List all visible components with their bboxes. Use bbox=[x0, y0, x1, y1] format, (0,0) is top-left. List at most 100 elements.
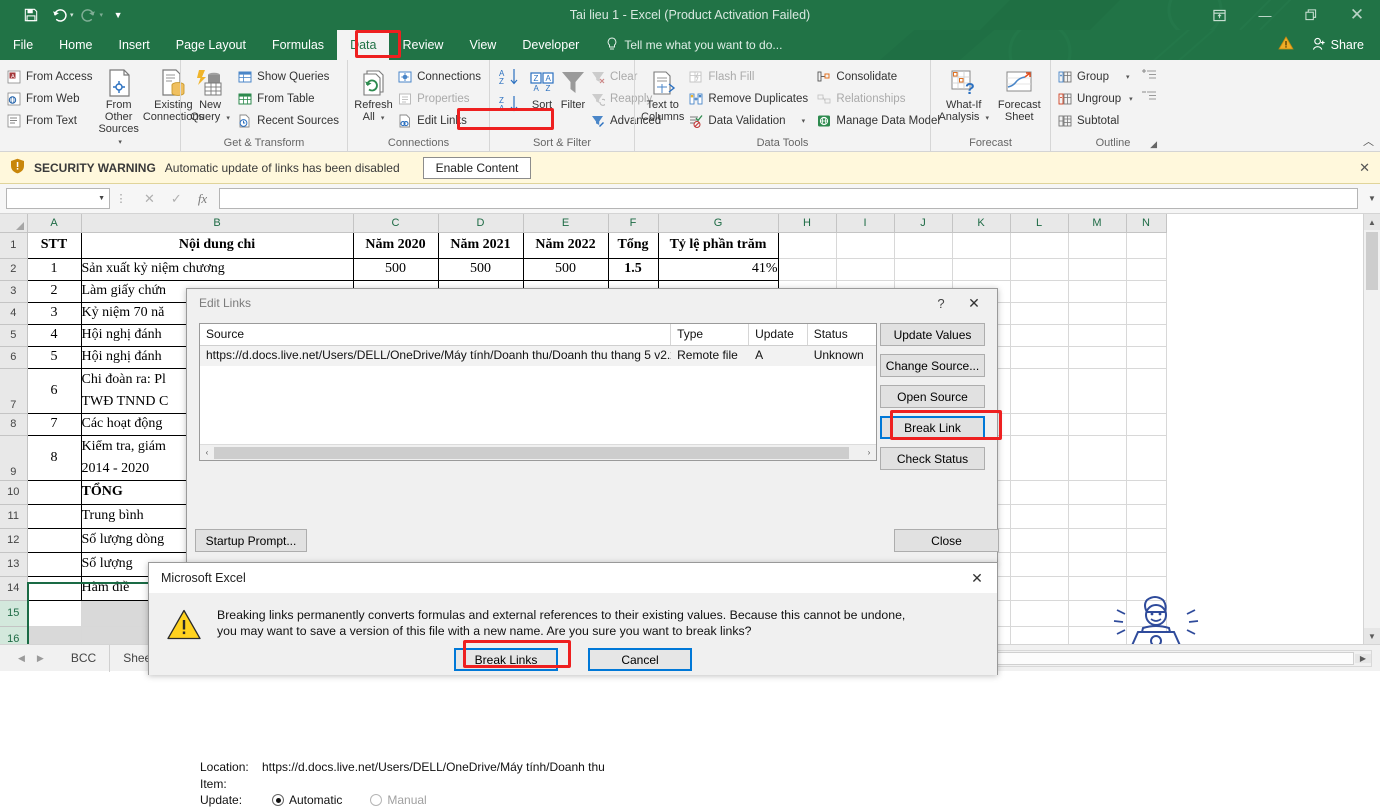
row-header-10[interactable]: 10 bbox=[0, 480, 28, 505]
cell-A14[interactable] bbox=[26, 575, 82, 601]
tell-me-search[interactable]: Tell me what you want to do... bbox=[592, 30, 782, 60]
vertical-scroll-thumb[interactable] bbox=[1366, 232, 1378, 290]
col-header-B[interactable]: B bbox=[81, 214, 354, 233]
col-header-L[interactable]: L bbox=[1010, 214, 1069, 233]
tab-formulas[interactable]: Formulas bbox=[259, 30, 337, 60]
cell-F1[interactable]: Tổng bbox=[607, 231, 659, 259]
row-header-6[interactable]: 6 bbox=[0, 346, 28, 369]
what-if-analysis-button[interactable]: ? What-If Analysis ▾ bbox=[935, 65, 992, 125]
cell-N10[interactable] bbox=[1125, 479, 1167, 505]
cell-A5[interactable]: 4 bbox=[26, 323, 82, 347]
confirm-entry-icon[interactable]: ✓ bbox=[171, 191, 182, 207]
cell-K2[interactable] bbox=[951, 257, 1011, 281]
cell-N7[interactable] bbox=[1125, 367, 1167, 414]
col-header-M[interactable]: M bbox=[1068, 214, 1127, 233]
cell-D2[interactable]: 500 bbox=[437, 257, 524, 281]
cell-A7[interactable]: 6 bbox=[26, 367, 82, 414]
break-links-confirm-button[interactable]: Break Links bbox=[454, 648, 558, 671]
row-header-12[interactable]: 12 bbox=[0, 528, 28, 553]
cell-D1[interactable]: Năm 2021 bbox=[437, 231, 524, 259]
row-header-13[interactable]: 13 bbox=[0, 552, 28, 577]
cell-N4[interactable] bbox=[1125, 301, 1167, 325]
connections-button[interactable]: Connections bbox=[395, 66, 485, 87]
tab-data[interactable]: Data bbox=[337, 30, 390, 60]
cell-N2[interactable] bbox=[1125, 257, 1167, 281]
new-query-button[interactable]: New Query ▾ bbox=[185, 65, 235, 125]
tab-view[interactable]: View bbox=[456, 30, 509, 60]
from-table-button[interactable]: From Table bbox=[235, 88, 343, 109]
links-col-status[interactable]: Status bbox=[808, 324, 876, 345]
cell-M6[interactable] bbox=[1067, 345, 1127, 369]
links-list-hscrollbar[interactable]: ‹ › bbox=[200, 444, 876, 460]
cell-A8[interactable]: 7 bbox=[26, 412, 82, 436]
cell-A1[interactable]: STT bbox=[26, 231, 82, 259]
cell-M8[interactable] bbox=[1067, 412, 1127, 436]
row-header-8[interactable]: 8 bbox=[0, 413, 28, 436]
from-web-button[interactable]: From Web bbox=[4, 88, 96, 109]
cell-N5[interactable] bbox=[1125, 323, 1167, 347]
chevron-down-icon[interactable]: ▾ bbox=[226, 115, 230, 122]
consolidate-button[interactable]: Consolidate bbox=[814, 66, 948, 87]
insert-function-icon[interactable]: fx bbox=[198, 191, 207, 207]
links-col-type[interactable]: Type bbox=[671, 324, 750, 345]
cell-M9[interactable] bbox=[1067, 434, 1127, 481]
tab-page-layout[interactable]: Page Layout bbox=[163, 30, 259, 60]
chevron-down-icon[interactable]: ▾ bbox=[1129, 95, 1133, 103]
cell-G2[interactable]: 41% bbox=[657, 257, 779, 281]
from-text-button[interactable]: From Text bbox=[4, 110, 96, 131]
cell-I2[interactable] bbox=[835, 257, 895, 281]
links-col-update[interactable]: Update bbox=[749, 324, 808, 345]
share-button[interactable]: Share bbox=[1304, 34, 1372, 57]
cell-A13[interactable] bbox=[26, 551, 82, 577]
cell-A10[interactable] bbox=[26, 479, 82, 505]
scroll-up-button[interactable]: ▲ bbox=[1364, 214, 1380, 230]
cell-M5[interactable] bbox=[1067, 323, 1127, 347]
cell-L11[interactable] bbox=[1009, 503, 1069, 529]
activation-warning-icon[interactable] bbox=[1277, 36, 1294, 54]
select-all-corner[interactable] bbox=[0, 214, 28, 233]
tab-home[interactable]: Home bbox=[46, 30, 105, 60]
cell-N13[interactable] bbox=[1125, 551, 1167, 577]
edit-links-dialog[interactable]: Edit Links ? ✕ Source Type Update Status… bbox=[186, 288, 999, 807]
open-source-button[interactable]: Open Source bbox=[880, 385, 985, 408]
radio-automatic-icon[interactable] bbox=[272, 794, 284, 807]
col-header-C[interactable]: C bbox=[353, 214, 439, 233]
cell-C2[interactable]: 500 bbox=[352, 257, 439, 281]
cell-B2[interactable]: Sản xuất kỷ niệm chương bbox=[80, 257, 354, 281]
chevron-down-icon[interactable]: ▾ bbox=[1126, 73, 1130, 81]
col-header-I[interactable]: I bbox=[836, 214, 895, 233]
scroll-down-button[interactable]: ▼ bbox=[1364, 628, 1380, 644]
links-list-row[interactable]: https://d.docs.live.net/Users/DELL/OneDr… bbox=[200, 346, 876, 366]
row-header-14[interactable]: 14 bbox=[0, 576, 28, 601]
cell-A6[interactable]: 5 bbox=[26, 345, 82, 369]
cell-M12[interactable] bbox=[1067, 527, 1127, 553]
forecast-sheet-button[interactable]: Forecast Sheet bbox=[992, 65, 1046, 123]
cell-J2[interactable] bbox=[893, 257, 953, 281]
row-header-5[interactable]: 5 bbox=[0, 324, 28, 347]
row-header-4[interactable]: 4 bbox=[0, 302, 28, 325]
cell-N11[interactable] bbox=[1125, 503, 1167, 529]
recent-sources-button[interactable]: Recent Sources bbox=[235, 110, 343, 131]
cell-L5[interactable] bbox=[1009, 323, 1069, 347]
col-header-H[interactable]: H bbox=[778, 214, 837, 233]
ribbon-display-options-icon[interactable] bbox=[1196, 0, 1242, 30]
startup-prompt-button[interactable]: Startup Prompt... bbox=[195, 529, 307, 552]
cell-H1[interactable] bbox=[777, 231, 837, 259]
cell-A15[interactable] bbox=[26, 599, 82, 627]
cell-J1[interactable] bbox=[893, 231, 953, 259]
sort-descending-button[interactable]: ZA bbox=[498, 94, 520, 117]
cell-M3[interactable] bbox=[1067, 279, 1127, 303]
sort-button[interactable]: ZAAZ Sort bbox=[526, 65, 558, 111]
chevron-down-icon[interactable]: ▾ bbox=[381, 115, 385, 122]
name-box[interactable]: ▼ bbox=[6, 188, 110, 209]
msgbox-close-icon[interactable]: ✕ bbox=[957, 570, 997, 587]
close-button[interactable]: ✕ bbox=[1334, 0, 1380, 30]
cell-N8[interactable] bbox=[1125, 412, 1167, 436]
row-header-16[interactable]: 16 bbox=[0, 626, 28, 644]
cell-H2[interactable] bbox=[777, 257, 837, 281]
window-controls[interactable]: — ✕ bbox=[1196, 0, 1380, 30]
remove-duplicates-button[interactable]: Remove Duplicates bbox=[686, 88, 814, 109]
cell-A2[interactable]: 1 bbox=[26, 257, 82, 281]
hide-detail-button[interactable] bbox=[1141, 89, 1157, 106]
cell-N9[interactable] bbox=[1125, 434, 1167, 481]
